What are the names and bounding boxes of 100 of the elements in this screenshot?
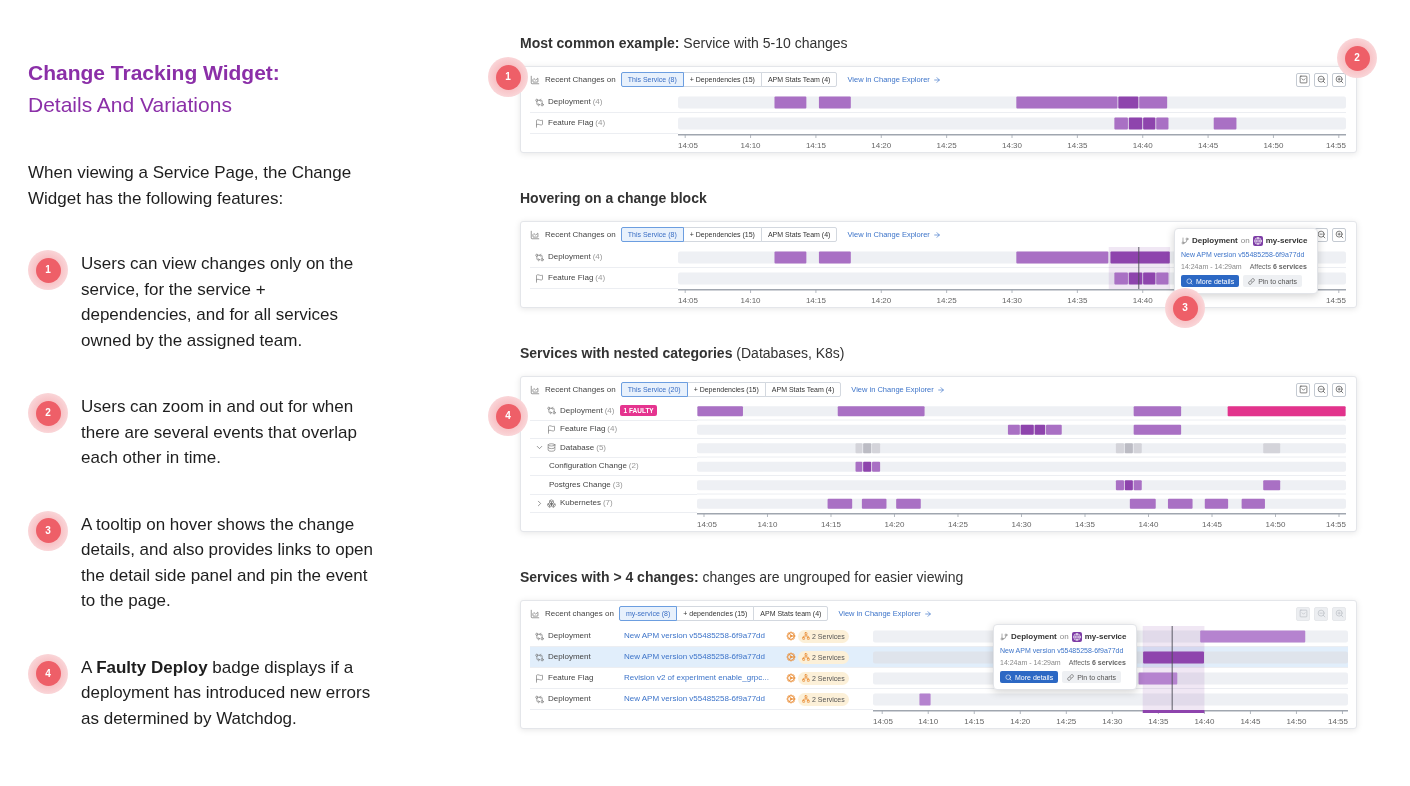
axis-label: 14:10	[740, 140, 761, 150]
axis-label: 14:20	[1010, 716, 1031, 726]
axis-label: 14:25	[936, 140, 957, 150]
intro-text: When viewing a Service Page, the Change Widget has the following features:	[28, 162, 353, 210]
row-label: Deployment	[560, 406, 603, 415]
number-badge: 4	[488, 396, 528, 436]
area-chart-icon	[530, 74, 540, 85]
axis-label: 14:15	[805, 295, 826, 305]
axis-label: 14:20	[871, 295, 892, 305]
feature-description: A tooltip on hover shows the change details, and also provides links to open the detail side panel and pin the event to the page.	[81, 513, 374, 612]
service-name: my-service	[1084, 633, 1127, 641]
axis-label: 14:45	[1202, 519, 1222, 529]
row-label: Deployment	[548, 98, 591, 106]
axis-label: 14:05	[678, 295, 698, 305]
change-type: Deployment	[548, 632, 591, 640]
widget-title: Recent changes on	[545, 609, 614, 618]
axis-label: 14:10	[757, 519, 778, 529]
widget-title: Recent Changes on	[545, 75, 616, 84]
axis-label: 14:05	[697, 519, 717, 529]
section-heading: Hovering on a change block	[520, 189, 707, 207]
section-heading: Services with > 4 changes: changes are ungrouped for easier viewing	[520, 568, 964, 586]
axis-label: 14:45	[1240, 716, 1261, 726]
connector-text: on	[1059, 633, 1069, 641]
row-count: (2)	[628, 462, 639, 471]
axis-label: 14:30	[1002, 295, 1022, 305]
row-count: (4)	[595, 274, 606, 282]
axis-label: 14:25	[936, 295, 957, 305]
row-label: Feature Flag	[548, 274, 594, 282]
section-heading: Most common example: Service with 5-10 changes	[520, 34, 848, 52]
page-title: Change Tracking Widget:	[28, 60, 280, 86]
axis-label: 14:05	[678, 140, 698, 150]
change-type: Deployment	[1192, 237, 1238, 245]
row-count: (4)	[607, 425, 618, 434]
row-count: (4)	[595, 119, 606, 127]
axis-label: 14:15	[964, 716, 985, 726]
number-badge: 1	[28, 250, 68, 290]
axis-label: 14:35	[1067, 140, 1088, 150]
change-type: Deployment	[548, 695, 591, 703]
number-badge: 1	[488, 57, 528, 97]
axis-label: 14:20	[884, 519, 905, 529]
axis-label: 14:55	[1326, 140, 1346, 150]
service-name: my-service	[1265, 237, 1308, 245]
axis-label: 14:15	[805, 140, 826, 150]
number-badge: 2	[28, 393, 68, 433]
axis-label: 14:25	[1056, 716, 1077, 726]
axis-label: 14:30	[1011, 519, 1032, 529]
axis-label: 14:40	[1132, 140, 1153, 150]
row-label: Configuration Change	[549, 462, 627, 471]
axis-label: 14:10	[740, 295, 761, 305]
row-label: Postgres Change	[549, 480, 611, 489]
feature-description: Users can zoom in and out for when there are several events that overlap each other in time.	[81, 396, 358, 469]
number-badge: 2	[1337, 38, 1377, 78]
row-count: (4)	[592, 98, 603, 106]
connector-text: on	[1240, 237, 1250, 245]
feature-description: A Faulty Deploy badge displays if a deployment has introduced new errors as determined by Watchdog.	[81, 656, 372, 730]
row-count: (4)	[604, 406, 615, 415]
axis-label: 14:20	[871, 140, 892, 150]
row-count: (7)	[602, 499, 613, 508]
axis-label: 14:35	[1075, 519, 1095, 529]
zoom-out-button[interactable]	[1314, 72, 1328, 87]
axis-label: 14:55	[1328, 716, 1348, 726]
row-label: Deployment	[548, 253, 591, 261]
axis-label: 14:50	[1263, 140, 1284, 150]
feature-description: Users can view changes only on the service, for the service + dependencies, and for all services owned by the assigned team.	[81, 253, 355, 352]
change-type: Deployment	[1011, 633, 1057, 641]
axis-label: 14:25	[948, 519, 968, 529]
number-badge: 3	[28, 510, 68, 551]
axis-label: 14:50	[1265, 519, 1286, 529]
axis-label: 14:45	[1198, 140, 1219, 150]
axis-label: 14:40	[1132, 295, 1153, 305]
row-label: Feature Flag	[560, 425, 606, 434]
change-type: Deployment	[548, 653, 591, 661]
chevron-button[interactable]	[1296, 72, 1310, 87]
zoom-in-icon	[1334, 75, 1344, 84]
axis-label: 14:10	[918, 716, 939, 726]
page-subtitle: Details And Variations	[28, 92, 232, 118]
axis-label: 14:40	[1194, 716, 1215, 726]
number-badge: 3	[1165, 288, 1205, 328]
axis-label: 14:15	[821, 519, 841, 529]
row-count: (5)	[596, 443, 607, 452]
section-heading: Services with nested categories (Databases, K8s)	[520, 344, 845, 362]
square-chevron-icon	[1298, 75, 1308, 84]
change-type: Feature Flag	[548, 674, 594, 682]
row-count: (3)	[612, 480, 623, 489]
zoom-in-button[interactable]	[1332, 72, 1346, 87]
axis-label: 14:40	[1138, 519, 1159, 529]
widget-title: Recent Changes on	[545, 385, 616, 394]
axis-label: 14:50	[1286, 716, 1307, 726]
widget-title: Recent Changes on	[545, 230, 616, 239]
row-label: Feature Flag	[548, 119, 594, 127]
row-count: (4)	[592, 253, 603, 261]
axis-label: 14:35	[1148, 716, 1169, 726]
axis-label: 14:55	[1326, 295, 1346, 305]
axis-label: 14:05	[873, 716, 893, 726]
arrow-right-icon	[932, 75, 941, 84]
axis-label: 14:55	[1326, 519, 1346, 529]
axis-label: 14:30	[1102, 716, 1123, 726]
row-label: Kubernetes	[560, 499, 601, 508]
row-label: Database	[560, 443, 595, 452]
zoom-out-icon	[1316, 75, 1326, 84]
